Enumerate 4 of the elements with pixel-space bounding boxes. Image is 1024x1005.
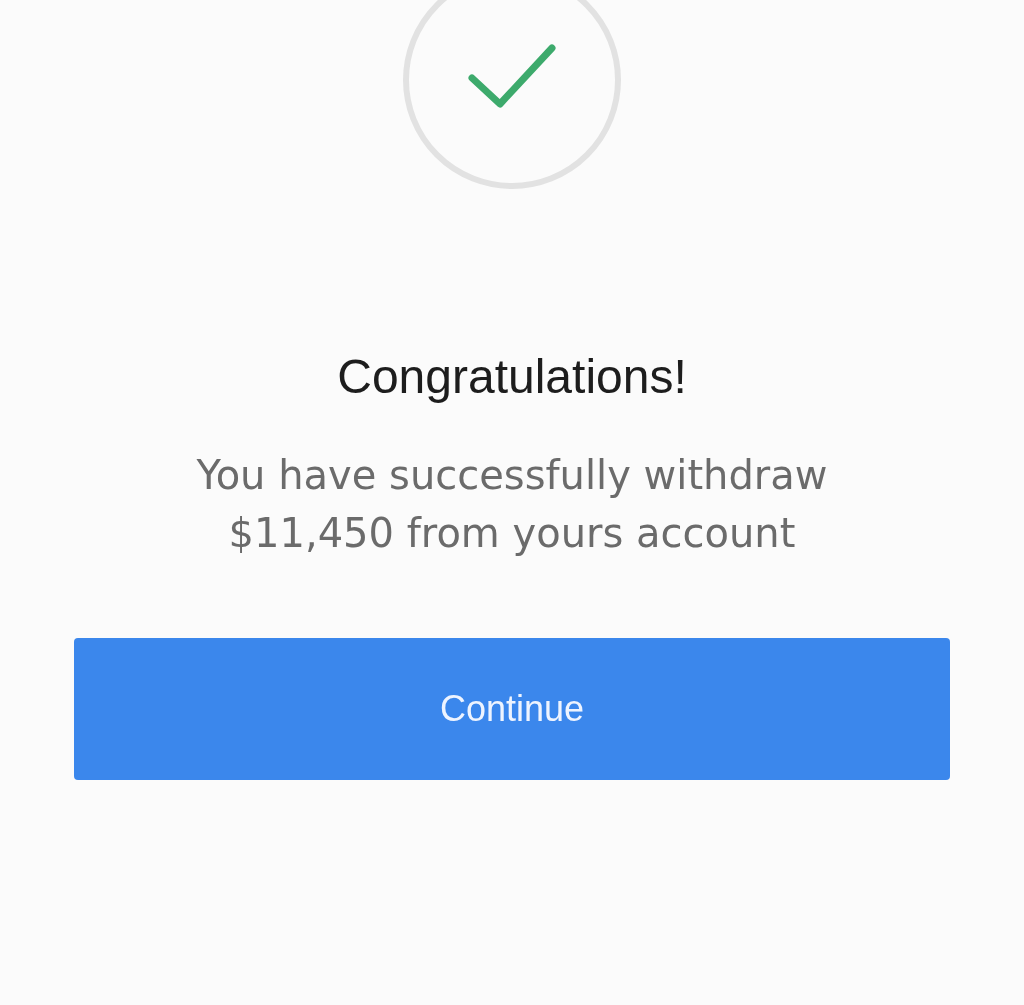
continue-button[interactable]: Continue	[74, 637, 950, 780]
congratulations-title: Congratulations!	[337, 349, 687, 405]
success-check-icon	[402, 0, 622, 190]
withdraw-message: You have successfully withdraw $11,450 from yours account	[196, 450, 828, 558]
